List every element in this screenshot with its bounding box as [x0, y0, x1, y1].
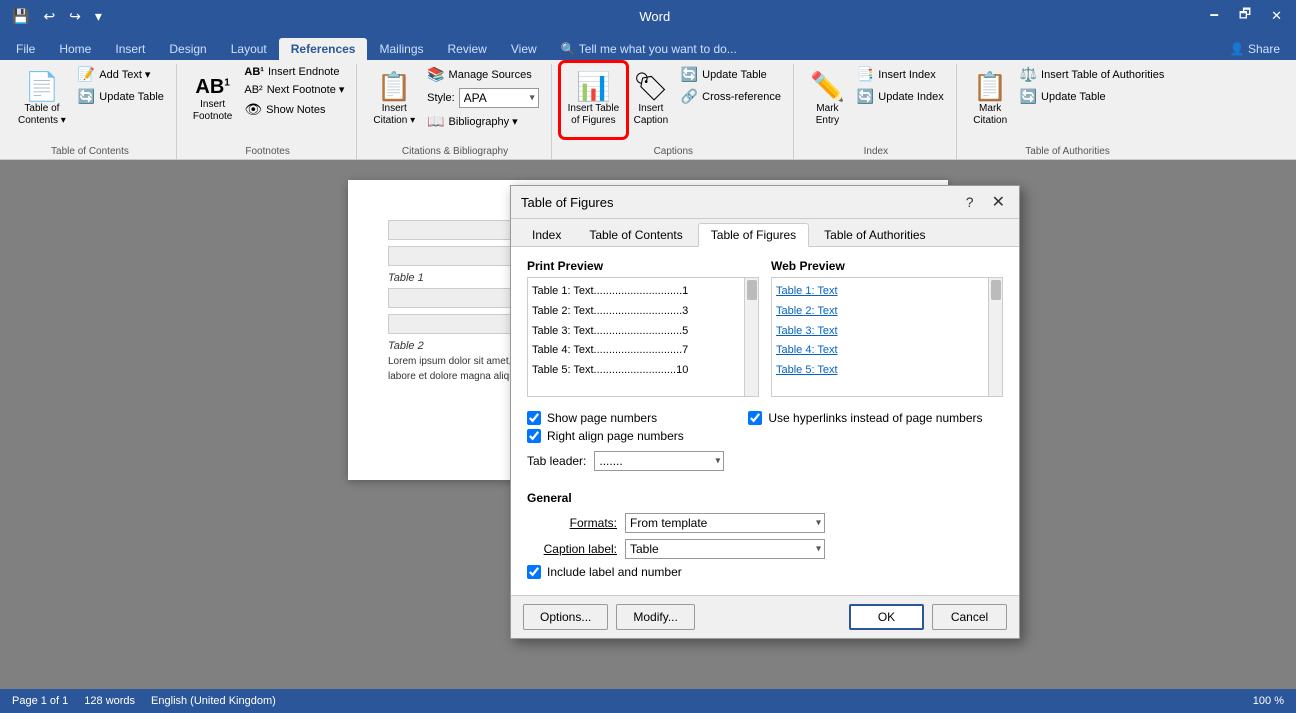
caption-label-select[interactable]: (none) Equation Figure Table: [625, 539, 825, 559]
dialog-tab-index[interactable]: Index: [519, 223, 574, 246]
use-hyperlinks-label: Use hyperlinks instead of page numbers: [768, 411, 982, 425]
caption-label-label: Caption label:: [527, 542, 617, 556]
dialog-tab-bar: Index Table of Contents Table of Figures…: [511, 219, 1019, 247]
print-item-5: Table 5: Text...........................…: [532, 361, 754, 381]
web-preview-scrollbar[interactable]: [988, 278, 1002, 396]
use-hyperlinks-row: Use hyperlinks instead of page numbers: [748, 411, 982, 425]
show-page-numbers-checkbox[interactable]: [527, 411, 541, 425]
tab-leader-label: Tab leader:: [527, 454, 586, 468]
preview-row: Print Preview Table 1: Text.............…: [527, 259, 1003, 397]
formats-select-wrapper: From template Classic Distinctive Center…: [625, 513, 825, 533]
cancel-button[interactable]: Cancel: [932, 604, 1007, 630]
caption-label-select-wrapper: (none) Equation Figure Table: [625, 539, 825, 559]
formats-select[interactable]: From template Classic Distinctive Center…: [625, 513, 825, 533]
dialog-title-buttons: ? ✕: [960, 192, 1009, 212]
dialog-footer: Options... Modify... OK Cancel: [511, 595, 1019, 638]
print-item-4: Table 4: Text...........................…: [532, 341, 754, 361]
web-item-5[interactable]: Table 5: Text: [776, 361, 998, 381]
web-item-3[interactable]: Table 3: Text: [776, 322, 998, 342]
include-label-label: Include label and number: [547, 565, 682, 579]
dialog-help-button[interactable]: ?: [960, 194, 980, 210]
print-item-1: Table 1: Text...........................…: [532, 282, 754, 302]
print-preview-text: Table 1: Text...........................…: [532, 282, 754, 381]
web-preview-content: Table 1: Text Table 2: Text Table 3: Tex…: [771, 277, 1003, 397]
print-item-3: Table 3: Text...........................…: [532, 322, 754, 342]
table-of-figures-dialog: Table of Figures ? ✕ Index Table of Cont…: [510, 185, 1020, 639]
web-scrollbar-thumb: [991, 280, 1001, 300]
tab-leader-select[interactable]: ....... (none) ------- _______: [594, 451, 724, 471]
tab-leader-row: Tab leader: ....... (none) ------- _____…: [527, 451, 724, 471]
print-scrollbar-thumb: [747, 280, 757, 300]
web-preview-box: Web Preview Table 1: Text Table 2: Text …: [771, 259, 1003, 397]
dialog-body: Print Preview Table 1: Text.............…: [511, 247, 1019, 595]
dialog-tab-toa[interactable]: Table of Authorities: [811, 223, 938, 246]
web-item-2[interactable]: Table 2: Text: [776, 302, 998, 322]
formats-row: Formats: From template Classic Distincti…: [527, 513, 1003, 533]
print-preview-scrollbar[interactable]: [744, 278, 758, 396]
footer-left-buttons: Options... Modify...: [523, 604, 841, 630]
dialog-overlay: Table of Figures ? ✕ Index Table of Cont…: [0, 0, 1296, 713]
caption-label-row: Caption label: (none) Equation Figure Ta…: [527, 539, 1003, 559]
include-label-checkbox[interactable]: [527, 565, 541, 579]
print-preview-content: Table 1: Text...........................…: [527, 277, 759, 397]
show-page-numbers-row: Show page numbers: [527, 411, 724, 425]
dialog-tab-toc[interactable]: Table of Contents: [576, 223, 695, 246]
right-align-label: Right align page numbers: [547, 429, 684, 443]
general-section: General Formats: From template Classic D…: [527, 491, 1003, 579]
web-item-4[interactable]: Table 4: Text: [776, 341, 998, 361]
general-title: General: [527, 491, 1003, 505]
options-row: Show page numbers Right align page numbe…: [527, 407, 1003, 479]
ok-button[interactable]: OK: [849, 604, 924, 630]
dialog-titlebar: Table of Figures ? ✕: [511, 186, 1019, 219]
left-options: Show page numbers Right align page numbe…: [527, 407, 724, 479]
web-preview-label: Web Preview: [771, 259, 1003, 273]
right-align-row: Right align page numbers: [527, 429, 724, 443]
show-page-numbers-label: Show page numbers: [547, 411, 657, 425]
options-button[interactable]: Options...: [523, 604, 608, 630]
web-preview-text: Table 1: Text Table 2: Text Table 3: Tex…: [776, 282, 998, 381]
right-options: Use hyperlinks instead of page numbers: [748, 407, 982, 479]
right-align-checkbox[interactable]: [527, 429, 541, 443]
dialog-tab-tof[interactable]: Table of Figures: [698, 223, 809, 247]
print-preview-label: Print Preview: [527, 259, 759, 273]
use-hyperlinks-checkbox[interactable]: [748, 411, 762, 425]
modify-button[interactable]: Modify...: [616, 604, 694, 630]
formats-label: Formats:: [527, 516, 617, 530]
dialog-title: Table of Figures: [521, 195, 614, 210]
tab-leader-select-wrapper: ....... (none) ------- _______: [594, 451, 724, 471]
web-item-1[interactable]: Table 1: Text: [776, 282, 998, 302]
include-label-row: Include label and number: [527, 565, 1003, 579]
dialog-close-button[interactable]: ✕: [988, 192, 1009, 212]
print-item-2: Table 2: Text...........................…: [532, 302, 754, 322]
print-preview-box: Print Preview Table 1: Text.............…: [527, 259, 759, 397]
